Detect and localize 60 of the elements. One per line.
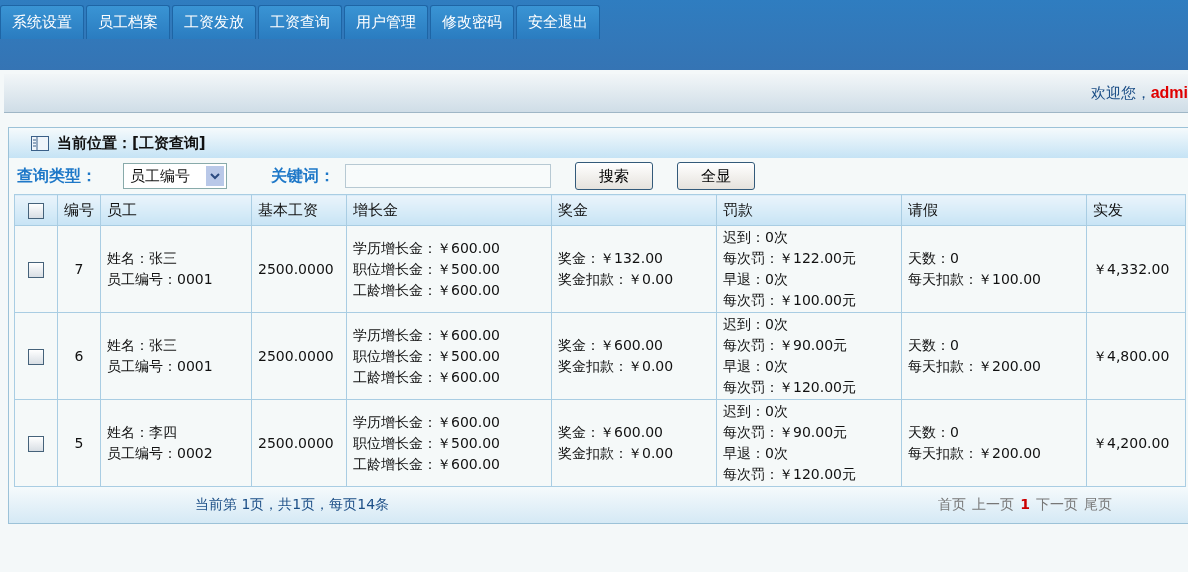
table-cell: 2500.0000 [251, 399, 347, 487]
table-cell-text: 姓名：张三 员工编号：0001 [107, 336, 214, 376]
welcome-text: 欢迎您， [1090, 83, 1151, 103]
table-cell: 2500.0000 [251, 225, 347, 313]
row-checkbox[interactable] [28, 348, 44, 365]
pager-link[interactable]: 下一页 [1036, 496, 1078, 514]
nav-tab[interactable]: 员工档案 [86, 5, 170, 39]
table-cell-text: 迟到：0次 每次罚：￥90.00元 早退：0次 每次罚：￥120.00元 [723, 402, 857, 484]
pager-link[interactable]: 上一页 [972, 496, 1015, 514]
keyword-label: 关键词： [271, 165, 335, 187]
table-cell-text: 天数：0 每天扣款：￥100.00 [908, 249, 1042, 289]
nav-tab[interactable]: 修改密码 [430, 5, 514, 39]
table-cell: 2500.0000 [251, 312, 347, 400]
select-all-checkbox[interactable] [28, 202, 44, 219]
table-cell-text: 奖金：￥600.00 奖金扣款：￥0.00 [558, 336, 675, 376]
table-cell: 7 [57, 225, 101, 313]
table-cell: ￥4,200.00 [1086, 399, 1186, 487]
table-cell-text: 学历增长金：￥600.00 职位增长金：￥500.00 工龄增长金：￥600.00 [353, 412, 501, 474]
table-cell-text: 奖金：￥132.00 奖金扣款：￥0.00 [558, 249, 675, 289]
search-button[interactable]: 搜索 [575, 162, 653, 190]
pager-link[interactable]: 尾页 [1084, 496, 1112, 514]
row-checkbox[interactable] [28, 435, 44, 452]
column-header: 实发 [1086, 194, 1186, 226]
table-cell: ￥4,332.00 [1086, 225, 1186, 313]
column-header: 请假 [901, 194, 1087, 226]
panel-title: 当前位置：[工资查询] [57, 133, 206, 153]
user-name: admi [1150, 84, 1188, 102]
table-cell: 5 [57, 399, 101, 487]
table-cell-text: 姓名：张三 员工编号：0001 [107, 249, 214, 289]
nav-tab[interactable]: 工资查询 [258, 5, 342, 39]
table-cell: 6 [57, 312, 101, 400]
nav-tab[interactable]: 安全退出 [516, 5, 600, 39]
table-cell: ￥4,800.00 [1086, 312, 1186, 400]
query-type-select[interactable]: 员工编号 [123, 163, 227, 189]
column-header: 奖金 [551, 194, 717, 226]
row-checkbox[interactable] [28, 261, 44, 278]
keyword-field[interactable] [345, 164, 551, 188]
column-header: 基本工资 [251, 194, 347, 226]
nav-tab[interactable]: 系统设置 [0, 5, 84, 39]
table-cell-text: 奖金：￥600.00 奖金扣款：￥0.00 [558, 423, 675, 463]
show-all-button[interactable]: 全显 [677, 162, 755, 190]
table-cell-text: 学历增长金：￥600.00 职位增长金：￥500.00 工龄增长金：￥600.00 [353, 325, 501, 387]
table-cell-text: 天数：0 每天扣款：￥200.00 [908, 336, 1042, 376]
table-cell-text: 迟到：0次 每次罚：￥122.00元 早退：0次 每次罚：￥100.00元 [723, 228, 857, 310]
pager-link[interactable]: 首页 [938, 496, 967, 514]
nav-tab[interactable]: 工资发放 [172, 5, 256, 39]
column-header: 罚款 [716, 194, 902, 226]
dropdown-icon [206, 166, 224, 186]
table-cell-text: 学历增长金：￥600.00 职位增长金：￥500.00 工龄增长金：￥600.00 [353, 238, 501, 300]
column-header: 增长金 [346, 194, 552, 226]
panel-icon [31, 135, 49, 151]
pager-link[interactable]: 1 [1020, 496, 1030, 514]
table-cell-text: 姓名：李四 员工编号：0002 [107, 423, 214, 463]
nav-tab[interactable]: 用户管理 [344, 5, 428, 39]
table-cell-text: 迟到：0次 每次罚：￥90.00元 早退：0次 每次罚：￥120.00元 [723, 315, 857, 397]
page-info: 当前第 1页，共1页，每页14条 [195, 496, 390, 514]
column-header: 编号 [57, 194, 101, 226]
query-type-label: 查询类型： [17, 165, 97, 187]
table-cell-text: 天数：0 每天扣款：￥200.00 [908, 423, 1042, 463]
column-header: 员工 [100, 194, 252, 226]
